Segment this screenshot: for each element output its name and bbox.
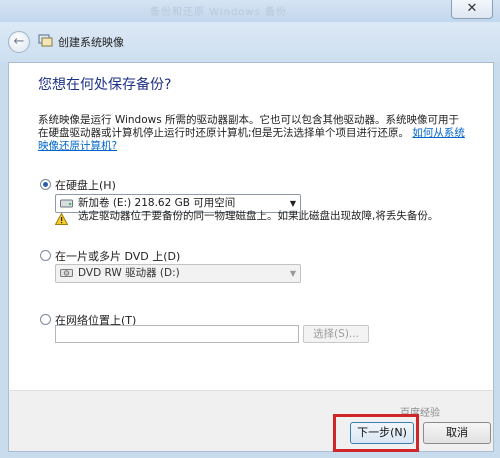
- dvd-select: DVD RW 驱动器 (D:) ▼: [55, 264, 301, 283]
- back-arrow-icon: ←: [13, 34, 25, 49]
- back-button[interactable]: ←: [8, 31, 30, 53]
- window-title: 备份和还原 Windows 备份: [150, 7, 287, 18]
- warning-icon: [55, 213, 68, 225]
- radio-dvd[interactable]: [40, 250, 51, 261]
- radio-network[interactable]: [40, 314, 51, 325]
- hard-disk-label[interactable]: 在硬盘上(H): [55, 177, 116, 193]
- dvd-select-value: DVD RW 驱动器 (D:): [78, 267, 180, 279]
- network-path-input: [55, 325, 299, 343]
- wizard-title: 创建系统映像: [58, 36, 124, 49]
- next-button-highlight: [333, 414, 419, 452]
- close-button[interactable]: ✕: [451, 0, 493, 19]
- dropdown-arrow-icon: ▼: [289, 269, 296, 278]
- cancel-button[interactable]: 取消: [423, 422, 491, 444]
- dvd-drive-icon: [60, 269, 73, 277]
- description-text: 系统映像是运行 Windows 所需的驱动器副本。它也可以包含其他驱动器。系统映…: [38, 114, 460, 139]
- drive-icon: [60, 199, 73, 208]
- page-heading: 您想在何处保存备份?: [38, 77, 172, 93]
- wizard-footer: [8, 390, 494, 452]
- window-frame: 备份和还原 Windows 备份: [0, 0, 500, 22]
- browse-button: 选择(S)...: [303, 325, 369, 343]
- radio-hard-disk[interactable]: [40, 179, 51, 190]
- dvd-label[interactable]: 在一片或多片 DVD 上(D): [55, 248, 180, 264]
- description: 系统映像是运行 Windows 所需的驱动器副本。它也可以包含其他驱动器。系统映…: [38, 114, 468, 153]
- warning-text: 选定驱动器位于要备份的同一物理磁盘上。如果此磁盘出现故障,将丢失备份。: [78, 210, 439, 222]
- system-image-icon: [38, 34, 53, 47]
